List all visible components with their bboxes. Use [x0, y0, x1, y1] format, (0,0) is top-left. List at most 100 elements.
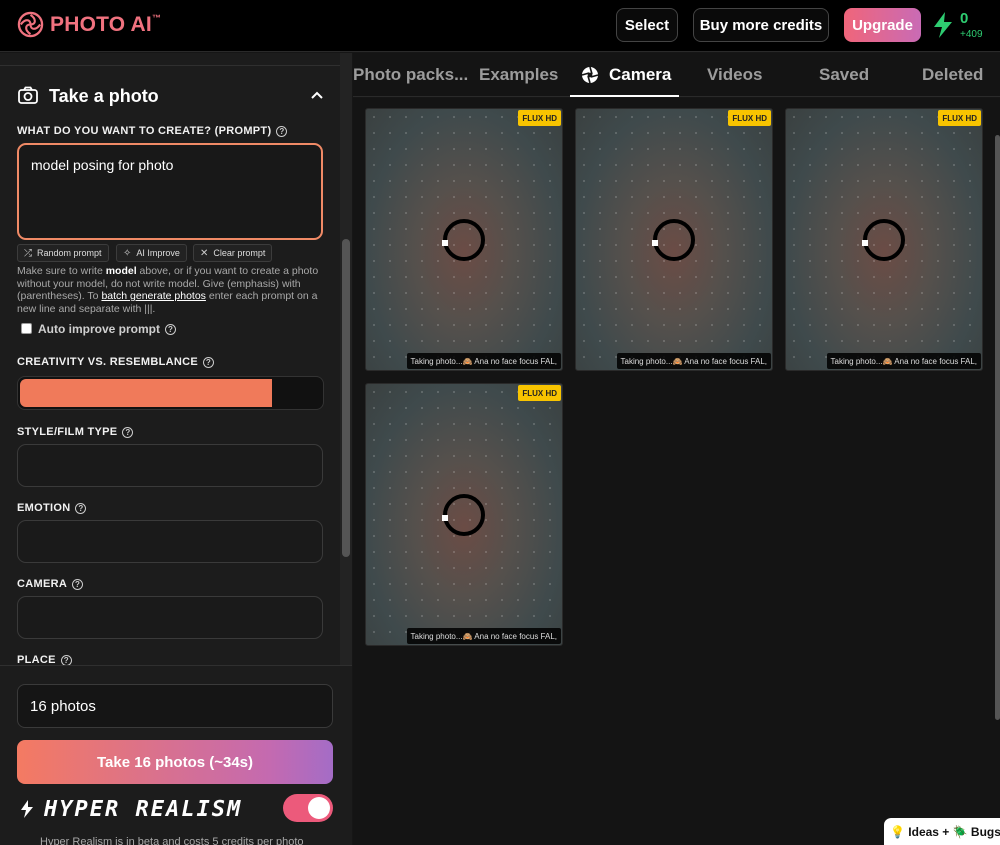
loading-spinner-icon — [443, 494, 485, 536]
aperture-icon — [581, 66, 599, 84]
prompt-label: WHAT DO YOU WANT TO CREATE? (PROMPT) ? — [17, 125, 288, 137]
help-text-bold: model — [105, 265, 137, 277]
loading-spinner-icon — [863, 219, 905, 261]
tab-examples[interactable]: Examples — [479, 65, 558, 85]
hyper-realism-toggle[interactable] — [283, 794, 333, 822]
ai-improve-button[interactable]: ✧ AI Improve — [116, 244, 187, 262]
spinner-tick — [652, 240, 658, 246]
tab-deleted[interactable]: Deleted — [922, 65, 983, 85]
help-icon[interactable]: ? — [202, 356, 214, 368]
upgrade-button[interactable]: Upgrade — [844, 8, 921, 42]
lightning-bolt-icon — [934, 12, 952, 38]
flux-hd-badge: FLUX HD — [518, 385, 561, 401]
help-icon[interactable]: ? — [75, 502, 87, 514]
section-header[interactable]: Take a photo — [17, 85, 159, 107]
buy-credits-button[interactable]: Buy more credits — [693, 8, 829, 42]
auto-improve-checkbox[interactable] — [21, 323, 32, 334]
sidebar: Take a photo WHAT DO YOU WANT TO CREATE?… — [0, 53, 352, 845]
take-photos-button[interactable]: Take 16 photos (~34s) — [17, 740, 333, 784]
section-title: Take a photo — [49, 85, 159, 106]
photos-count-select[interactable]: 16 photos — [17, 684, 333, 728]
creativity-slider[interactable] — [17, 376, 324, 410]
emotion-label: EMOTION ? — [17, 502, 87, 514]
tab-videos[interactable]: Videos — [707, 65, 762, 85]
help-icon[interactable]: ? — [165, 323, 176, 335]
clear-prompt-label: Clear prompt — [213, 248, 266, 258]
photo-card[interactable]: FLUX HD Taking photo...🙈 Ana no face foc… — [365, 108, 563, 371]
prompt-input[interactable] — [17, 143, 323, 240]
emotion-input[interactable] — [17, 520, 323, 563]
photo-caption: Taking photo...🙈 Ana no face focus FAL, — [616, 353, 771, 369]
camera-input[interactable] — [17, 596, 323, 639]
random-prompt-button[interactable]: ⤮ Random prompt — [17, 244, 109, 262]
prompt-label-text: WHAT DO YOU WANT TO CREATE? (PROMPT) — [17, 125, 272, 137]
hyper-realism-note: Hyper Realism is in beta and costs 5 cre… — [40, 836, 304, 845]
creativity-label: CREATIVITY VS. RESEMBLANCE ? — [17, 356, 214, 368]
spinner-tick — [442, 240, 448, 246]
flux-hd-badge: FLUX HD — [518, 110, 561, 126]
top-bar: PHOTO AI™ Select Buy more credits Upgrad… — [0, 0, 1000, 52]
spinner-tick — [442, 515, 448, 521]
style-label-text: STYLE/FILM TYPE — [17, 426, 118, 438]
shuffle-icon: ⤮ — [24, 247, 32, 259]
select-button[interactable]: Select — [616, 8, 678, 42]
flux-hd-badge: FLUX HD — [938, 110, 981, 126]
credits-delta: +409 — [960, 29, 983, 40]
hyper-realism-label: HYPER REALISM — [44, 797, 243, 822]
photo-card[interactable]: FLUX HD Taking photo...🙈 Ana no face foc… — [365, 383, 563, 646]
help-icon[interactable]: ? — [72, 578, 84, 590]
ai-improve-label: AI Improve — [136, 248, 180, 258]
help-icon[interactable]: ? — [60, 654, 72, 665]
creativity-label-text: CREATIVITY VS. RESEMBLANCE — [17, 356, 198, 368]
auto-improve-label-text: Auto improve prompt — [38, 322, 160, 336]
camera-label-text: CAMERA — [17, 578, 68, 590]
ideas-bugs-button[interactable]: 💡 Ideas + 🪲 Bugs — [884, 818, 1000, 845]
emotion-label-text: EMOTION — [17, 502, 71, 514]
logo-trademark: ™ — [151, 12, 162, 23]
tab-saved[interactable]: Saved — [819, 65, 869, 85]
tab-bar: Photo packs... Examples Camera Videos Sa… — [353, 53, 1000, 97]
logo-swirl-icon — [17, 11, 44, 38]
auto-improve-label: Auto improve prompt ? — [38, 322, 176, 336]
loading-spinner-icon — [443, 219, 485, 261]
place-label-text: PLACE — [17, 654, 56, 665]
spinner-tick — [862, 240, 868, 246]
help-icon[interactable]: ? — [122, 426, 134, 438]
photo-caption: Taking photo...🙈 Ana no face focus FAL, — [826, 353, 981, 369]
loading-spinner-icon — [653, 219, 695, 261]
style-input[interactable] — [17, 444, 323, 487]
batch-generate-link[interactable]: batch generate photos — [101, 290, 206, 302]
photo-caption: Taking photo...🙈 Ana no face focus FAL, — [406, 628, 561, 644]
prompt-help-text: Make sure to write model above, or if yo… — [17, 265, 322, 315]
camera-label: CAMERA ? — [17, 578, 84, 590]
flux-hd-badge: FLUX HD — [728, 110, 771, 126]
photo-card[interactable]: FLUX HD Taking photo...🙈 Ana no face foc… — [575, 108, 773, 371]
sidebar-scrollbar-thumb[interactable] — [342, 239, 350, 557]
gallery-scrollbar-thumb[interactable] — [995, 135, 1000, 720]
sparkle-icon: ✧ — [123, 247, 132, 259]
photo-gallery: FLUX HD Taking photo...🙈 Ana no face foc… — [353, 98, 1000, 845]
help-text-part: Make sure to write — [17, 265, 106, 277]
tab-camera-label: Camera — [609, 65, 672, 84]
clear-prompt-button[interactable]: ✕ Clear prompt — [193, 244, 273, 262]
photo-card[interactable]: FLUX HD Taking photo...🙈 Ana no face foc… — [785, 108, 983, 371]
camera-icon — [18, 86, 38, 104]
lightning-icon — [21, 800, 33, 818]
place-label: PLACE ? — [17, 654, 72, 665]
sidebar-form: Take a photo WHAT DO YOU WANT TO CREATE?… — [0, 53, 340, 665]
random-prompt-label: Random prompt — [37, 248, 102, 258]
logo[interactable]: PHOTO AI™ — [17, 11, 161, 38]
hyper-realism-row: HYPER REALISM — [17, 794, 333, 824]
active-tab-indicator — [570, 95, 679, 97]
style-label: STYLE/FILM TYPE ? — [17, 426, 134, 438]
slider-fill — [20, 379, 272, 407]
tab-camera[interactable]: Camera — [581, 65, 671, 85]
credits-count: 0 — [960, 10, 969, 27]
toggle-knob — [308, 797, 330, 819]
help-icon[interactable]: ? — [276, 125, 288, 137]
close-icon: ✕ — [200, 247, 209, 259]
chevron-up-icon[interactable] — [308, 87, 326, 105]
sidebar-footer: 16 photos Take 16 photos (~34s) HYPER RE… — [0, 665, 352, 845]
tab-photo-packs[interactable]: Photo packs... — [353, 65, 468, 85]
photo-caption: Taking photo...🙈 Ana no face focus FAL, — [406, 353, 561, 369]
